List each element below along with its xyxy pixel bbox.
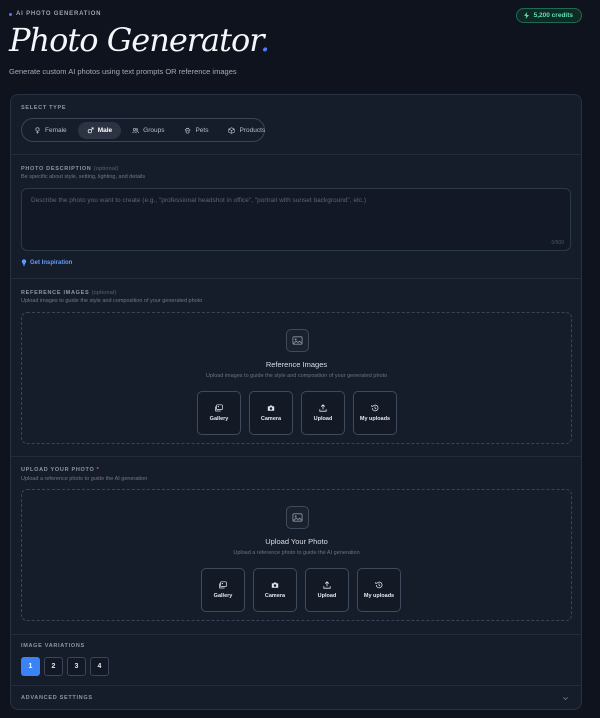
advanced-settings-label: ADVANCED SETTINGS — [21, 695, 93, 701]
description-textarea[interactable]: Describe the photo you want to create (e… — [21, 188, 571, 251]
reference-upload-label: Upload — [313, 416, 333, 422]
tab-pets[interactable]: Pets — [175, 122, 217, 139]
description-help: Be specific about style, setting, lighti… — [21, 174, 146, 180]
tab-male[interactable]: Male — [77, 121, 122, 139]
upload-icon — [319, 404, 327, 412]
credits-badge[interactable]: 5,200 credits — [515, 8, 582, 23]
reference-camera-button[interactable]: Camera — [249, 391, 293, 435]
eyebrow: AI PHOTO GENERATION — [9, 11, 101, 17]
upload-camera-button[interactable]: Camera — [253, 568, 297, 612]
history-icon — [375, 581, 383, 589]
reference-camera-label: Camera — [260, 416, 282, 422]
reference-label-text: REFERENCE IMAGES — [21, 290, 90, 296]
reference-label: REFERENCE IMAGES (optional) — [21, 290, 117, 296]
paw-icon — [185, 127, 191, 133]
type-tabs: Female Male Groups Pets Products — [21, 118, 265, 142]
upload-label-text: UPLOAD YOUR PHOTO — [21, 467, 95, 473]
variation-option[interactable]: 4 — [90, 657, 109, 676]
tab-products-label: Products — [239, 126, 266, 134]
reference-dropzone-title: Reference Images — [265, 360, 328, 369]
page-subtitle: Generate custom AI photos using text pro… — [9, 67, 237, 76]
character-counter: 0/500 — [551, 240, 564, 246]
upload-my-uploads-button[interactable]: My uploads — [357, 568, 401, 612]
reference-optional-tag: (optional) — [91, 290, 117, 296]
history-icon — [371, 404, 379, 412]
upload-dropzone[interactable]: Upload Your Photo Upload a reference pho… — [21, 489, 572, 621]
camera-icon — [271, 582, 279, 588]
reference-upload-button[interactable]: Upload — [301, 391, 345, 435]
reference-dropzone[interactable]: Reference Images Upload images to guide … — [21, 312, 572, 444]
get-inspiration-label: Get Inspiration — [30, 259, 73, 266]
reference-my-uploads-label: My uploads — [359, 416, 391, 422]
tab-female-label: Female — [45, 126, 67, 134]
select-type-label: SELECT TYPE — [21, 105, 67, 111]
tab-pets-label: Pets — [195, 126, 209, 134]
lightbulb-icon — [21, 259, 27, 266]
image-variations-label: IMAGE VARIATIONS — [21, 643, 85, 649]
tab-products[interactable]: Products — [219, 122, 274, 139]
female-icon — [35, 126, 40, 134]
page-title-text: Photo Generator — [9, 21, 261, 59]
upload-dropzone-title: Upload Your Photo — [265, 537, 328, 546]
gallery-icon — [215, 404, 223, 412]
description-label: PHOTO DESCRIPTION (optional) — [21, 166, 119, 172]
male-icon — [87, 126, 94, 133]
reference-images-section: REFERENCE IMAGES (optional) Upload image… — [11, 279, 581, 457]
upload-camera-label: Camera — [264, 593, 286, 599]
image-placeholder-icon — [286, 506, 309, 529]
lightning-icon — [523, 12, 529, 19]
credits-label: 5,200 credits — [533, 12, 573, 19]
reference-gallery-label: Gallery — [209, 416, 229, 422]
get-inspiration-link[interactable]: Get Inspiration — [21, 259, 72, 266]
variation-option[interactable]: 3 — [67, 657, 86, 676]
description-label-text: PHOTO DESCRIPTION — [21, 166, 92, 172]
page-title: Photo Generator. — [9, 21, 270, 59]
upload-photo-section: UPLOAD YOUR PHOTO * Upload a reference p… — [11, 457, 581, 635]
upload-my-uploads-label: My uploads — [363, 593, 395, 599]
upload-label: UPLOAD YOUR PHOTO * — [21, 467, 100, 473]
photo-description-section: PHOTO DESCRIPTION (optional) Be specific… — [11, 155, 581, 279]
image-placeholder-icon — [286, 329, 309, 352]
select-type-section: SELECT TYPE Female Male Groups Pets Prod… — [11, 95, 581, 155]
upload-icon — [323, 581, 331, 589]
reference-source-options: Gallery Camera Upload My uploads — [197, 391, 397, 435]
description-optional-tag: (optional) — [93, 166, 119, 172]
reference-dropzone-subtitle: Upload images to guide the style and com… — [205, 373, 388, 379]
groups-icon — [132, 127, 139, 133]
tab-female[interactable]: Female — [25, 122, 76, 139]
variation-option[interactable]: 2 — [44, 657, 63, 676]
bullet-dot-icon — [9, 12, 12, 16]
reference-my-uploads-button[interactable]: My uploads — [353, 391, 397, 435]
upload-gallery-button[interactable]: Gallery — [201, 568, 245, 612]
variation-option[interactable]: 1 — [21, 657, 40, 676]
tab-male-label: Male — [97, 126, 113, 134]
upload-upload-label: Upload — [317, 593, 337, 599]
tab-groups-label: Groups — [143, 126, 165, 134]
upload-gallery-label: Gallery — [213, 593, 233, 599]
chevron-down-icon — [563, 697, 568, 701]
upload-dropzone-subtitle: Upload a reference photo to guide the AI… — [233, 550, 360, 556]
tab-groups[interactable]: Groups — [123, 122, 173, 139]
title-period: . — [260, 21, 270, 59]
reference-help: Upload images to guide the style and com… — [21, 298, 203, 304]
description-placeholder: Describe the photo you want to create (e… — [31, 197, 367, 204]
advanced-settings-toggle[interactable]: ADVANCED SETTINGS — [11, 685, 581, 709]
image-variations-selector: 1 2 3 4 — [21, 657, 109, 676]
upload-help: Upload a reference photo to guide the AI… — [21, 476, 148, 482]
camera-icon — [267, 405, 275, 411]
gallery-icon — [219, 581, 227, 589]
upload-source-options: Gallery Camera Upload My uploads — [201, 568, 401, 612]
reference-gallery-button[interactable]: Gallery — [197, 391, 241, 435]
upload-upload-button[interactable]: Upload — [305, 568, 349, 612]
eyebrow-label: AI PHOTO GENERATION — [16, 11, 102, 17]
box-icon — [228, 126, 236, 134]
required-asterisk: * — [96, 467, 100, 473]
generator-panel: SELECT TYPE Female Male Groups Pets Prod… — [10, 94, 582, 710]
